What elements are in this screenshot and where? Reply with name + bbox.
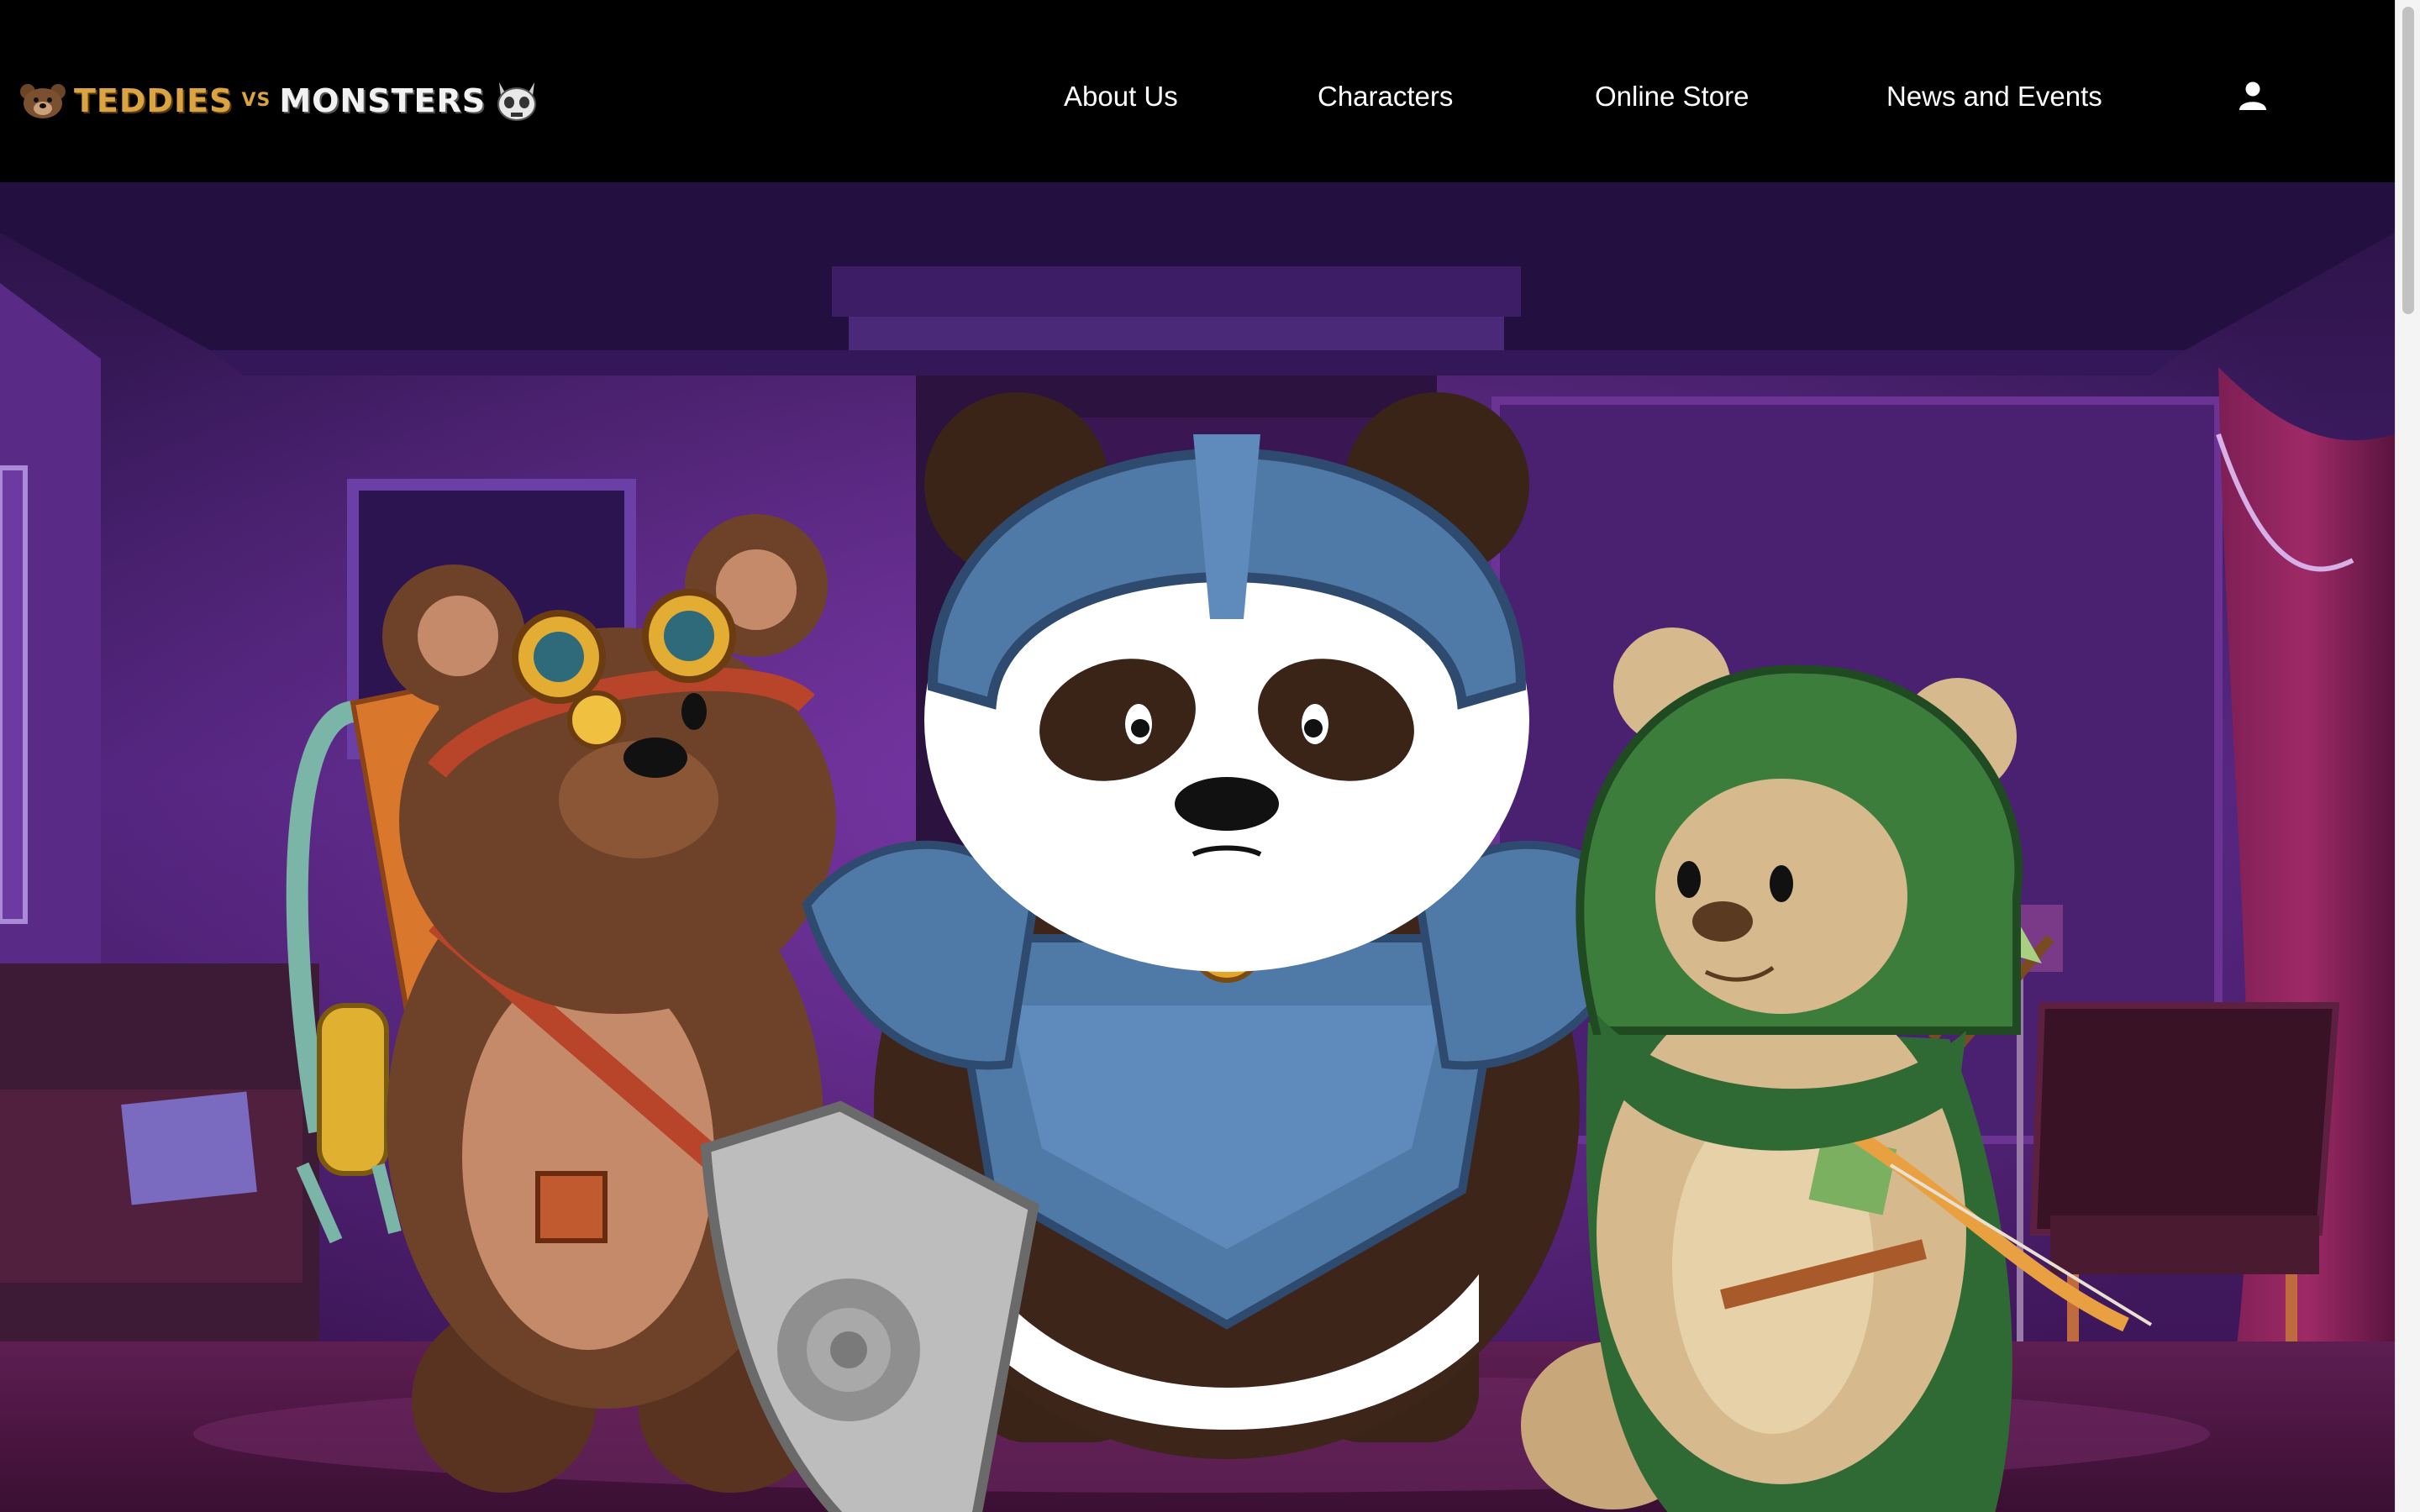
scrollbar-thumb[interactable] bbox=[2402, 7, 2414, 314]
brand-wordmark-monsters: MONSTERS bbox=[279, 82, 487, 119]
page-scrollbar[interactable] bbox=[2395, 0, 2420, 1512]
nav-online-store[interactable]: Online Store bbox=[1595, 81, 1749, 113]
brand-wordmark-teddies: TEDDIES bbox=[74, 82, 234, 119]
user-icon[interactable] bbox=[2238, 81, 2267, 111]
armchair bbox=[2029, 1002, 2340, 1236]
site-header: TEDDIES VS MONSTERS About Us Characters … bbox=[0, 0, 2395, 182]
brand-wordmark: TEDDIES VS MONSTERS bbox=[74, 85, 486, 117]
nav-about-us[interactable]: About Us bbox=[1064, 81, 1178, 113]
monster-skull-icon bbox=[497, 82, 537, 121]
bear-head-icon bbox=[20, 84, 66, 118]
hero-banner bbox=[0, 182, 2395, 1512]
nav-news-and-events[interactable]: News and Events bbox=[1886, 81, 2102, 113]
brand-logo[interactable]: TEDDIES VS MONSTERS bbox=[18, 74, 541, 128]
hero-illustration bbox=[0, 182, 2395, 1512]
brand-wordmark-vs: VS bbox=[241, 90, 271, 111]
nav-characters[interactable]: Characters bbox=[1318, 81, 1453, 113]
